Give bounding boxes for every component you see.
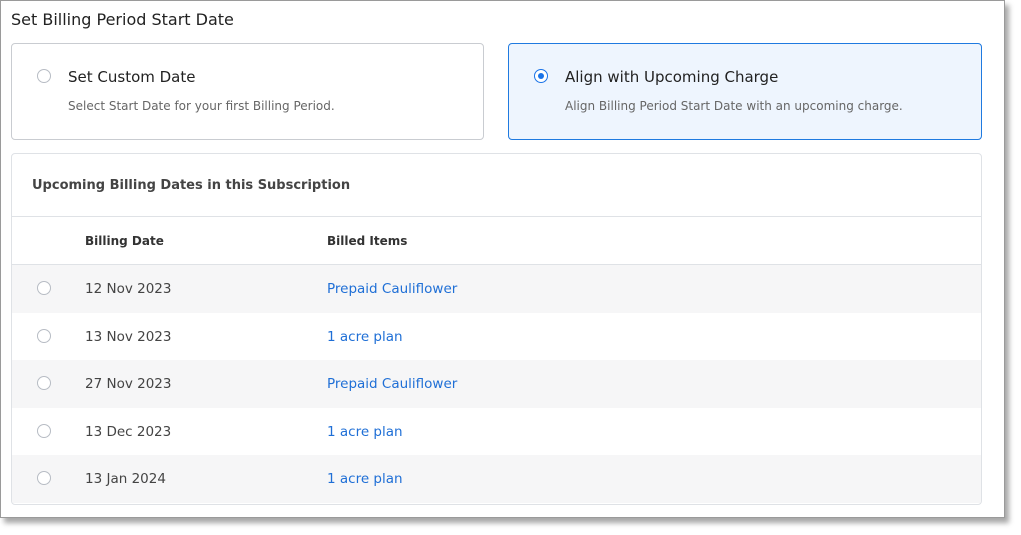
table-row[interactable]: 13 Dec 2023 1 acre plan bbox=[12, 407, 981, 455]
radio-icon[interactable] bbox=[37, 281, 51, 295]
section-title: Set Billing Period Start Date bbox=[11, 10, 234, 29]
billing-date-cell: 13 Nov 2023 bbox=[85, 328, 172, 345]
radio-icon[interactable] bbox=[37, 471, 51, 485]
billing-date-cell: 27 Nov 2023 bbox=[85, 376, 172, 392]
radio-icon[interactable] bbox=[37, 423, 51, 438]
billed-item-link[interactable]: 1 acre plan bbox=[327, 424, 403, 440]
billing-period-dialog: Set Billing Period Start Date Set Custom… bbox=[0, 0, 1005, 518]
upcoming-billing-dates-panel: Upcoming Billing Dates in this Subscript… bbox=[11, 153, 982, 505]
table-row[interactable]: 13 Nov 2023 1 acre plan bbox=[12, 312, 981, 360]
column-header-billed-items: Billed Items bbox=[327, 234, 408, 248]
option-title: Align with Upcoming Charge bbox=[565, 68, 779, 86]
option-description: Select Start Date for your first Billing… bbox=[68, 99, 335, 113]
table-row[interactable]: 27 Nov 2023 Prepaid Cauliflower bbox=[12, 360, 981, 408]
table-row[interactable]: 13 Jan 2024 1 acre plan bbox=[12, 455, 981, 503]
billed-item-link[interactable]: 1 acre plan bbox=[327, 471, 403, 487]
option-description: Align Billing Period Start Date with an … bbox=[565, 99, 903, 113]
billing-dates-list: 12 Nov 2023 Prepaid Cauliflower 13 Nov 2… bbox=[12, 265, 981, 503]
radio-icon[interactable] bbox=[37, 376, 51, 390]
billing-date-cell: 13 Jan 2024 bbox=[85, 471, 166, 487]
radio-icon[interactable] bbox=[534, 69, 548, 83]
option-align-upcoming-charge[interactable]: Align with Upcoming Charge Align Billing… bbox=[508, 43, 982, 140]
billing-date-cell: 13 Dec 2023 bbox=[85, 423, 172, 440]
divider bbox=[12, 216, 981, 217]
option-title: Set Custom Date bbox=[68, 68, 196, 86]
column-header-billing-date: Billing Date bbox=[85, 234, 164, 248]
billed-item-link[interactable]: Prepaid Cauliflower bbox=[327, 376, 457, 392]
option-set-custom-date[interactable]: Set Custom Date Select Start Date for yo… bbox=[11, 43, 484, 140]
billed-item-link[interactable]: Prepaid Cauliflower bbox=[327, 281, 457, 297]
table-row[interactable]: 12 Nov 2023 Prepaid Cauliflower bbox=[12, 265, 981, 313]
radio-icon[interactable] bbox=[37, 328, 51, 343]
panel-title: Upcoming Billing Dates in this Subscript… bbox=[32, 178, 351, 193]
billed-item-link[interactable]: 1 acre plan bbox=[327, 329, 403, 345]
billing-date-cell: 12 Nov 2023 bbox=[85, 281, 172, 297]
radio-icon[interactable] bbox=[37, 69, 51, 83]
